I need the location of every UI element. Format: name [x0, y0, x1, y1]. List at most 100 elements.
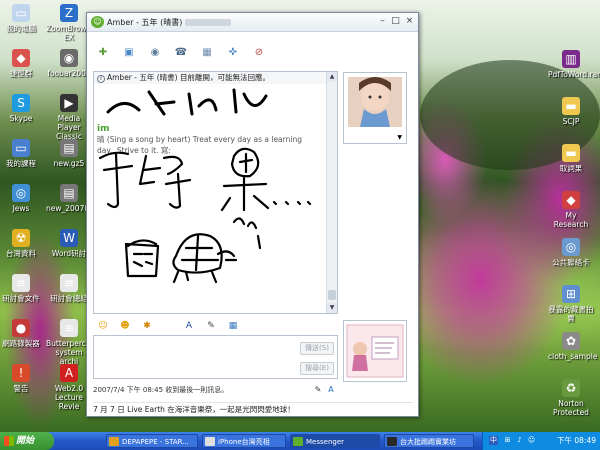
- windows-logo-icon: [4, 436, 14, 446]
- message-input[interactable]: 傳送(S) 搜尋(E): [93, 335, 338, 379]
- desktop-shortcut[interactable]: ◎ Jews: [0, 184, 44, 213]
- handwriting-ink-top: [106, 88, 268, 116]
- desktop-shortcut-label: 取詞果: [559, 164, 583, 173]
- my-avatar-image: [346, 324, 404, 378]
- contact-avatar-image: [348, 77, 402, 127]
- taskbar: 開始 DEPAPEPE - STAR... iPhone台灣亮相 Messenger…: [0, 432, 600, 450]
- handwriting-icon[interactable]: ✎: [205, 320, 217, 332]
- conversation-scrollbar[interactable]: ▲ ▼: [326, 72, 337, 313]
- desktop-shortcut[interactable]: ▬ SCJP: [548, 97, 594, 126]
- desktop-shortcut[interactable]: ◆ My Research: [548, 191, 594, 229]
- desktop-shortcut[interactable]: ◎ 公共聯絡卡: [548, 238, 594, 267]
- network-icon[interactable]: ⊞: [503, 436, 512, 445]
- contact-display-picture[interactable]: ▼: [343, 72, 407, 144]
- player-icon: [109, 437, 119, 446]
- maximize-button[interactable]: □: [389, 16, 402, 28]
- system-tray: 中 ⊞ ♪ ☺ 下午 08:49: [482, 432, 600, 450]
- taskbar-button[interactable]: DEPAPEPE - STAR...: [106, 434, 198, 448]
- ad-banner[interactable]: 7 月 7 日 Live Earth 在海洋音樂祭，一起是光閃閃愛地球！: [93, 402, 413, 415]
- taskbar-button[interactable]: Messenger: [290, 434, 380, 448]
- scroll-down-arrow-icon[interactable]: ▼: [327, 303, 337, 313]
- media-player-icon: ▶: [60, 94, 78, 112]
- background-icon[interactable]: ▦: [227, 320, 239, 332]
- desktop-shortcut[interactable]: ⊞ 暴露的藏書拍賣: [548, 285, 594, 323]
- film-icon: ▤: [60, 139, 78, 157]
- close-button[interactable]: ×: [403, 16, 416, 28]
- browser-icon: [205, 437, 215, 446]
- document-icon: ≡: [12, 274, 30, 292]
- warning-icon: !: [12, 364, 30, 382]
- desktop-shortcut[interactable]: S Skype: [0, 94, 44, 123]
- desktop-shortcut[interactable]: ☢ 台灣資料: [0, 229, 44, 258]
- desktop-shortcut-label: PdfToWord.rar: [548, 70, 600, 79]
- send-button[interactable]: 傳送(S): [300, 342, 334, 355]
- search-button[interactable]: 搜尋(E): [300, 362, 334, 375]
- my-display-picture[interactable]: [343, 320, 407, 382]
- desktop-shortcut[interactable]: ▥ PdfToWord.rar: [548, 50, 600, 79]
- pen-icon[interactable]: ✎: [313, 385, 323, 395]
- taskbar-button[interactable]: 台大批踢踢實業坊: [384, 434, 474, 448]
- desktop-shortcut-label: 公共聯絡卡: [552, 258, 590, 267]
- desktop-shortcut[interactable]: ◆ 捷徑群: [0, 49, 44, 78]
- desktop-shortcut[interactable]: ≡ 研討會文件: [0, 274, 44, 303]
- computer-icon: ▭: [12, 4, 30, 22]
- taskbar-button[interactable]: iPhone台灣亮相: [202, 434, 286, 448]
- conversation-history[interactable]: i Amber - 五年 (晴書) 目前離開，可能無法回應。 im 晴 (Sing …: [93, 71, 338, 314]
- desktop-shortcut-label: 我的電腦: [6, 24, 36, 33]
- block-icon[interactable]: ⊘: [251, 45, 267, 61]
- desktop-shortcut[interactable]: ▭ 我的電腦: [0, 4, 44, 33]
- scroll-thumb[interactable]: [328, 290, 336, 300]
- pdf-icon: ≡: [60, 319, 78, 337]
- conversation-toolbar: ✚ ▣ ◉ ☎ ▦ ✜ ⊘: [87, 43, 418, 63]
- scroll-up-arrow-icon[interactable]: ▲: [327, 72, 337, 82]
- minimize-button[interactable]: –: [376, 16, 389, 28]
- folder-icon: ▬: [562, 144, 580, 162]
- taskbar-button-label: 台大批踢踢實業坊: [400, 438, 456, 446]
- network-icon: ⊞: [562, 285, 580, 303]
- shortcut-folder-icon: ◆: [12, 49, 30, 67]
- nudge-icon[interactable]: ✱: [141, 320, 153, 332]
- desktop-shortcut[interactable]: ● 網路錄製器: [0, 319, 44, 348]
- desktop-shortcut-label: SCJP: [562, 117, 580, 126]
- terminal-icon: [387, 437, 397, 446]
- desktop-shortcut[interactable]: ! 警告: [0, 364, 44, 393]
- desktop-shortcut[interactable]: ✿ cloth_sample: [548, 332, 598, 361]
- desktop-shortcut[interactable]: ♻ Norton Protected: [548, 379, 594, 417]
- webcam-icon[interactable]: ◉: [147, 45, 163, 61]
- messenger-window: ☺ Amber - 五年 (晴書) – □ × ✚ ▣ ◉ ☎ ▦ ✜ ⊘ i Amber -…: [86, 12, 419, 417]
- type-text-icon[interactable]: A: [326, 385, 336, 395]
- games-icon[interactable]: ✜: [225, 45, 241, 61]
- font-icon[interactable]: A: [183, 320, 195, 332]
- research-icon: ◆: [562, 191, 580, 209]
- desktop-shortcut-label: Word研討: [51, 249, 87, 258]
- start-button[interactable]: 開始: [0, 432, 54, 450]
- call-icon[interactable]: ☎: [173, 45, 189, 61]
- contact-icon: ◎: [562, 238, 580, 256]
- desktop-shortcut-label: 台灣資料: [6, 249, 36, 258]
- volume-icon[interactable]: ♪: [515, 436, 524, 445]
- desktop-shortcut[interactable]: ▭ 我的課程: [0, 139, 44, 168]
- rar-archive-icon: ▥: [562, 50, 580, 68]
- send-file-icon[interactable]: ▣: [121, 45, 137, 61]
- desktop-shortcut-label: 暴露的藏書拍賣: [548, 305, 594, 323]
- email-address-redacted: [184, 19, 231, 26]
- away-notice: i Amber - 五年 (晴書) 目前離開，可能無法回應。: [94, 72, 326, 84]
- invite-icon[interactable]: ✚: [95, 45, 111, 61]
- title-bar[interactable]: ☺ Amber - 五年 (晴書) – □ ×: [87, 13, 418, 32]
- taskbar-button-label: DEPAPEPE - STAR...: [122, 438, 189, 446]
- zoombrowser-icon: Z: [60, 4, 78, 22]
- dp-menu-arrow-icon[interactable]: ▼: [397, 134, 402, 141]
- desktop-shortcut-label: 警告: [13, 384, 29, 393]
- desktop-shortcut-label: 研討會總結: [50, 294, 88, 303]
- emoticon-icon[interactable]: ☺: [97, 320, 109, 332]
- pdf-icon: A: [60, 364, 78, 382]
- activities-icon[interactable]: ▦: [199, 45, 215, 61]
- desktop-shortcut-label: My Research: [553, 211, 589, 229]
- clock: 下午 08:49: [557, 436, 596, 445]
- gear-icon: ✿: [562, 332, 580, 350]
- language-indicator[interactable]: 中: [489, 436, 498, 445]
- desktop-shortcut[interactable]: ▬ 取詞果: [548, 144, 594, 173]
- pdf-icon: ≡: [60, 274, 78, 292]
- messenger-tray-icon[interactable]: ☺: [527, 436, 536, 445]
- wink-icon[interactable]: ☻: [119, 320, 131, 332]
